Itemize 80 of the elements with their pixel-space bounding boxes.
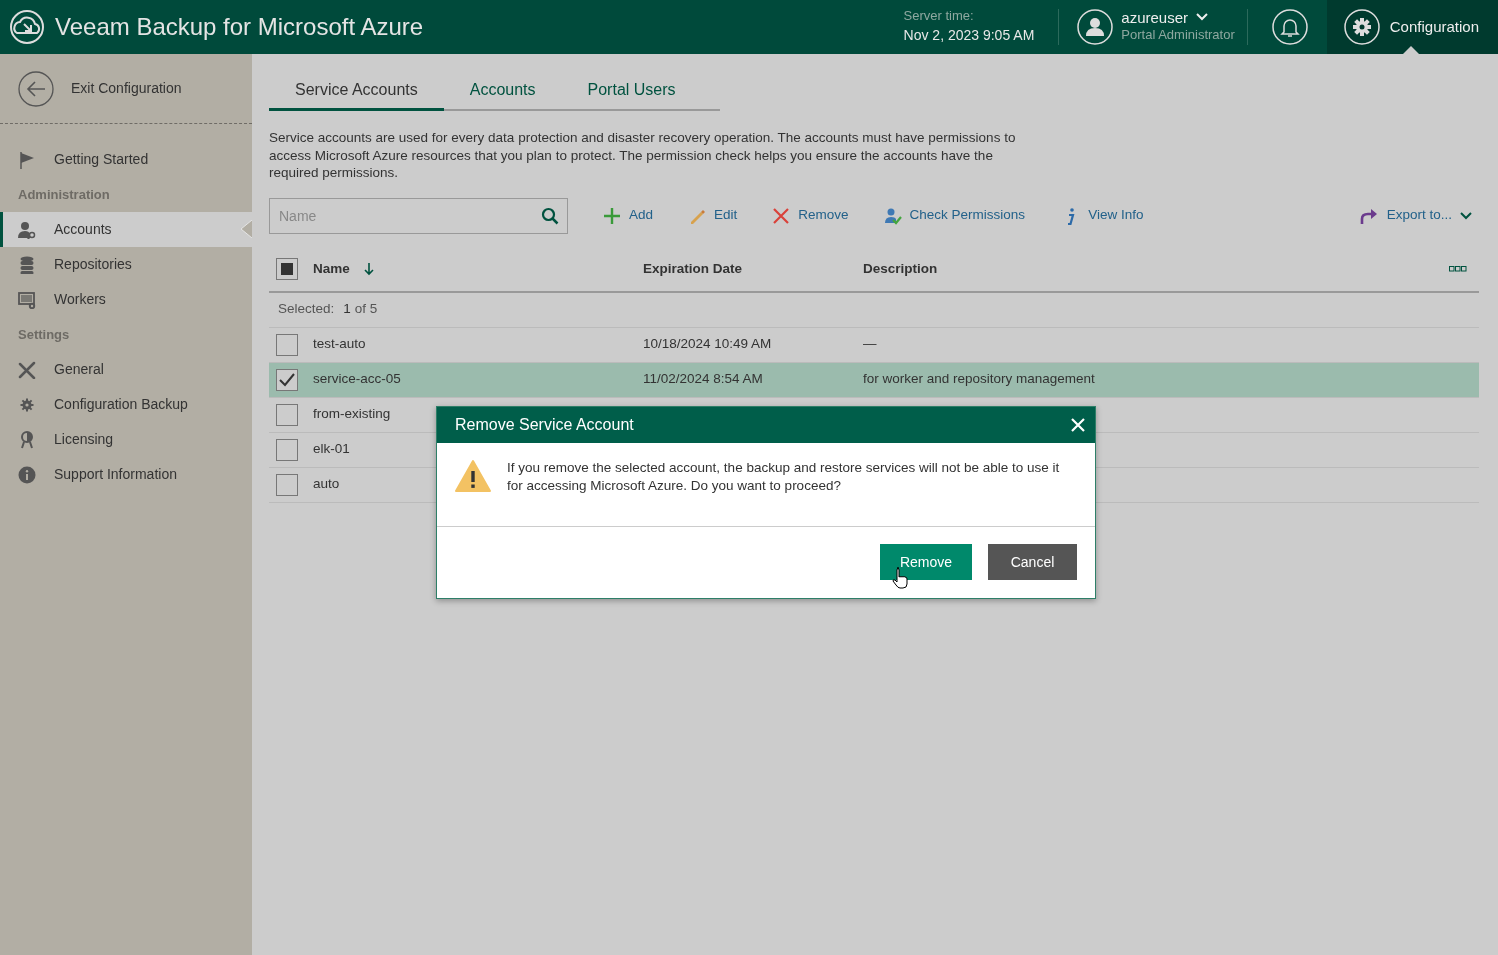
- checkbox[interactable]: [276, 333, 298, 356]
- selection-notch: [240, 220, 252, 238]
- share-arrow-icon: [1358, 206, 1379, 225]
- description-text: Service accounts are used for every data protection and disaster recovery operation. The accounts must have permissions to access Microsoft Azure resources that you plan to protect. The permission check helps you ensure the accounts have the required permissions.: [269, 129, 1017, 182]
- user-check-icon: [883, 206, 902, 225]
- x-icon: [772, 206, 791, 225]
- chevron-down-icon: [1196, 13, 1209, 22]
- check-icon: [279, 372, 295, 387]
- toolbar-button[interactable]: Add: [603, 205, 654, 226]
- monitor-gear-icon: [18, 290, 36, 309]
- selected-row[interactable]: service-acc-05 11/02/2024 8:54 AM for worker and repository management: [269, 362, 1479, 398]
- column-header[interactable]: Name: [313, 258, 350, 280]
- table-cell: test-auto: [313, 336, 366, 352]
- exit-configuration-link[interactable]: Exit Configuration: [71, 78, 182, 99]
- section-heading: Settings: [17, 325, 71, 344]
- checkbox[interactable]: [276, 368, 298, 391]
- server-time-label: Server time:: [903, 8, 975, 22]
- table-cell: 10/18/2024 10:49 AM: [643, 336, 772, 352]
- app-title: Veeam Backup for Microsoft Azure: [55, 12, 424, 42]
- table-cell: 11/02/2024 8:54 AM: [643, 371, 763, 387]
- table-cell: elk-01: [313, 441, 350, 457]
- info-icon: [18, 465, 36, 484]
- selection-count: 1: [343, 300, 351, 319]
- cancel-button[interactable]: Cancel: [988, 544, 1077, 580]
- sidebar-item[interactable]: General: [0, 352, 252, 387]
- column-header[interactable]: Expiration Date: [643, 258, 743, 280]
- warning-icon: [455, 459, 491, 493]
- user-role: Portal Administrator: [1121, 25, 1235, 44]
- configuration-tab[interactable]: Configuration: [1326, 0, 1498, 54]
- flag-icon: [18, 150, 36, 169]
- export-button[interactable]: Export to...: [1358, 205, 1472, 226]
- remove-button[interactable]: Remove: [880, 544, 972, 580]
- close-icon: [1070, 417, 1086, 433]
- tab[interactable]: Service Accounts: [269, 74, 444, 111]
- section-heading: Administration: [17, 185, 111, 204]
- table-cell: auto: [313, 476, 340, 492]
- sidebar-item[interactable]: Configuration Backup: [0, 387, 252, 422]
- selection-pointer: [1402, 46, 1419, 54]
- search-icon: [541, 206, 559, 225]
- hand-cursor-icon: [892, 567, 908, 589]
- logo-icon: [9, 9, 45, 45]
- column-options-icon[interactable]: [1449, 266, 1467, 272]
- selection-total: of 5: [354, 300, 378, 319]
- sidebar-item[interactable]: Licensing: [0, 422, 252, 457]
- wrench-screwdriver-icon: [18, 360, 36, 379]
- checkbox[interactable]: [276, 258, 298, 280]
- table-cell: —: [863, 336, 877, 352]
- plus-icon: [603, 206, 621, 225]
- column-header[interactable]: Description: [863, 258, 938, 280]
- server-time: Nov 2, 2023 9:05 AM: [903, 25, 1035, 45]
- toolbar-button[interactable]: Remove: [772, 205, 849, 226]
- user-avatar-icon: [1077, 9, 1114, 45]
- toolbar-button[interactable]: Check Permissions: [883, 205, 1026, 226]
- toolbar-button[interactable]: Edit: [688, 205, 738, 226]
- user-menu[interactable]: azureuser: [1121, 9, 1209, 25]
- dialog-title: Remove Service Account: [455, 415, 634, 435]
- table-cell: from-existing: [313, 406, 391, 422]
- dialog-message: If you remove the selected account, the backup and restore services will not be able to use it for accessing Microsoft Azure. Do you want to proceed?: [507, 459, 1061, 495]
- sidebar-item[interactable]: Workers: [0, 282, 252, 317]
- checkbox[interactable]: [276, 403, 298, 426]
- tab[interactable]: Portal Users: [561, 74, 702, 111]
- search-field[interactable]: Name: [269, 197, 568, 234]
- sidebar-item[interactable]: Accounts: [0, 212, 252, 247]
- chevron-down-icon: [1460, 211, 1472, 220]
- user-key-icon: [18, 220, 36, 239]
- settings-icon: [1343, 9, 1380, 45]
- table-cell: for worker and repository management: [863, 371, 1095, 387]
- checkbox[interactable]: [276, 473, 298, 496]
- selection-label: Selected:: [278, 300, 335, 319]
- table-cell: service-acc-05: [313, 371, 401, 387]
- sidebar-item[interactable]: Support Information: [0, 457, 252, 492]
- sidebar-item[interactable]: Repositories: [0, 247, 252, 282]
- notification-bell-icon[interactable]: [1271, 9, 1308, 45]
- close-button[interactable]: [1070, 417, 1086, 433]
- award-ribbon-icon: [18, 430, 36, 449]
- sidebar-item[interactable]: Getting Started: [0, 142, 252, 177]
- tab[interactable]: Accounts: [443, 74, 562, 111]
- database-icon: [18, 255, 36, 274]
- toolbar-button[interactable]: View Info: [1062, 205, 1144, 226]
- checkbox[interactable]: [276, 438, 298, 461]
